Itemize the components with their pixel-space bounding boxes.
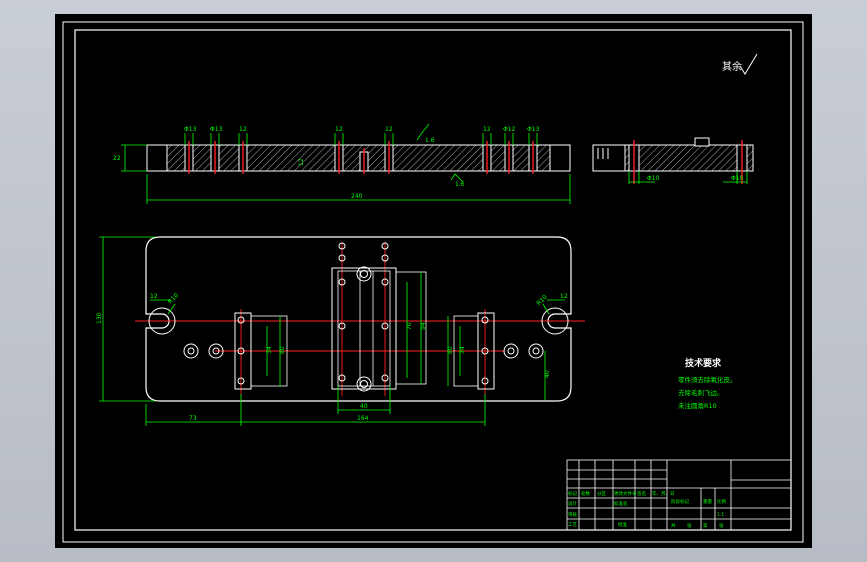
tb-label-6: 设计 bbox=[568, 500, 577, 507]
tech-req-line-3: 未注圆角R10 bbox=[678, 401, 717, 410]
plan-outline bbox=[145, 236, 572, 402]
front-inner-dim: 12 bbox=[298, 158, 305, 166]
cad-drawing: 其余 Φ13 Φ13 12 12 12 12 Φ12 Φ13 240 22 12… bbox=[62, 21, 804, 543]
front-view: Φ13 Φ13 12 12 12 12 Φ12 Φ13 240 22 12 1.… bbox=[113, 123, 571, 204]
inner-frame bbox=[74, 29, 792, 531]
tb-label-12: 重量 bbox=[703, 498, 712, 505]
plan-right-w: 12 bbox=[560, 293, 568, 300]
front-dim-8: Φ13 bbox=[527, 126, 540, 133]
plan-center-dim-1: 70 bbox=[406, 322, 413, 330]
plan-center-dim-2: 94 bbox=[420, 322, 427, 330]
plan-holes bbox=[183, 242, 544, 392]
tb-label-1: 处数 bbox=[581, 490, 590, 497]
front-dim-1: Φ13 bbox=[184, 126, 197, 133]
front-dim-6: 12 bbox=[483, 126, 491, 133]
tb-label-8: 审核 bbox=[568, 511, 577, 518]
front-dim-7: Φ12 bbox=[503, 126, 516, 133]
plan-overall-left: 73 bbox=[189, 415, 197, 422]
tb-label-13: 比例 bbox=[717, 498, 726, 505]
plan-left-block-dim-1: 34 bbox=[266, 346, 273, 354]
tb-label-11: 阶段标记 bbox=[671, 498, 689, 505]
front-height-dim: 22 bbox=[113, 155, 121, 162]
front-roughness-2: 1.6 bbox=[455, 181, 465, 188]
plan-bottom-center-dim: 40 bbox=[360, 403, 368, 410]
plan-right-r: R10 bbox=[535, 294, 548, 307]
tb-label-3: 更改文件号 bbox=[614, 490, 637, 497]
front-length-dim: 240 bbox=[351, 193, 363, 200]
tb-label-16: 第 bbox=[703, 522, 708, 529]
tb-label-17: 张 bbox=[719, 522, 724, 529]
tech-requirements: 技术要求 零件须去除氧化皮。 去除毛刺飞边。 未注圆角R10 bbox=[678, 357, 737, 410]
tb-label-5: 年、月、日 bbox=[652, 490, 675, 497]
tb-label-7: 标准化 bbox=[614, 500, 628, 507]
plan-right-block-dim-1: 34 bbox=[459, 346, 466, 354]
front-dim-4: 12 bbox=[335, 126, 343, 133]
plan-view: 130 12 R10 R10 12 70 94 34 80 34 80 40 4… bbox=[96, 236, 585, 426]
tb-label-14: 共 bbox=[671, 522, 676, 529]
tb-label-15: 张 bbox=[687, 522, 692, 529]
plan-left-r: R10 bbox=[167, 292, 180, 305]
tech-req-line-2: 去除毛刺飞边。 bbox=[678, 388, 724, 397]
tech-req-title: 技术要求 bbox=[685, 357, 722, 369]
plan-left-block-dim-2: 80 bbox=[279, 346, 286, 354]
front-dim-3: 12 bbox=[239, 126, 247, 133]
roughness-note: 其余 bbox=[722, 60, 742, 73]
plan-right-block-dim-2: 80 bbox=[447, 346, 454, 354]
tb-label-10: 批准 bbox=[618, 521, 627, 528]
plan-overall-main: 164 bbox=[357, 415, 369, 422]
plan-width-dim: 130 bbox=[96, 312, 103, 324]
side-dim-2: Φ10 bbox=[731, 175, 744, 182]
tech-req-line-1: 零件须去除氧化皮。 bbox=[678, 375, 737, 384]
plan-left-w: 12 bbox=[150, 293, 158, 300]
roughness-symbol bbox=[739, 53, 758, 75]
outer-frame bbox=[62, 21, 804, 543]
front-dim-5: 12 bbox=[385, 126, 393, 133]
tb-label-4: 签名 bbox=[637, 490, 646, 497]
tb-scale: 1:1 bbox=[717, 512, 724, 518]
front-roughness-1: 1.6 bbox=[425, 137, 435, 144]
front-dim-2: Φ13 bbox=[210, 126, 223, 133]
side-dim-1: Φ10 bbox=[647, 175, 660, 182]
plan-right-dim: 40 bbox=[544, 370, 551, 378]
tb-label-0: 标记 bbox=[568, 490, 577, 497]
drawing-sheet: 其余 Φ13 Φ13 12 12 12 12 Φ12 Φ13 240 22 12… bbox=[55, 14, 812, 548]
tb-label-9: 工艺 bbox=[568, 522, 577, 528]
tb-label-2: 分区 bbox=[597, 490, 606, 497]
side-view: Φ10 Φ10 bbox=[592, 137, 754, 184]
